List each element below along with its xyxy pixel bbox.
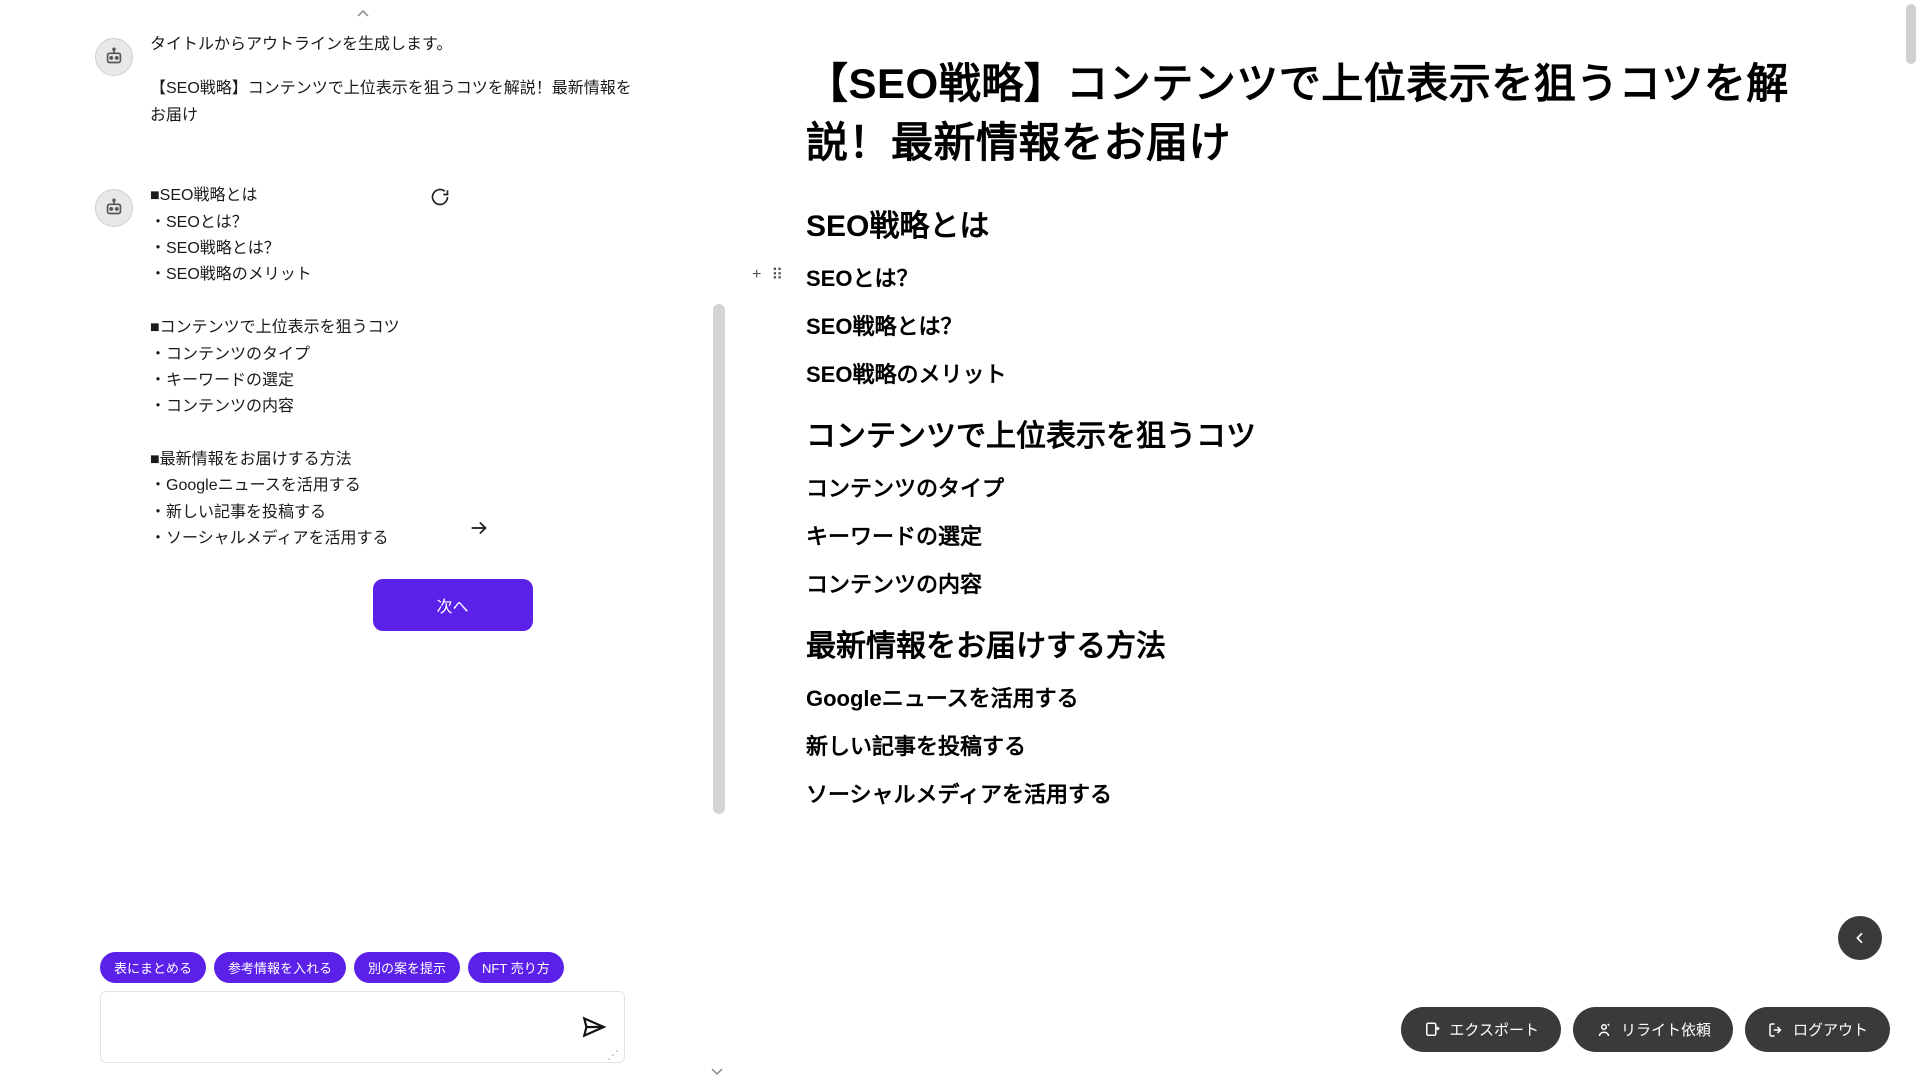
collapse-panel-button[interactable] (1838, 916, 1882, 960)
rewrite-icon (1595, 1021, 1613, 1039)
message-body: タイトルからアウトラインを生成します。 【SEO戦略】コンテンツで上位表示を狙う… (150, 32, 640, 129)
document-title: 【SEO戦略】コンテンツで上位表示を狙うコツを解説！最新情報をお届け (806, 55, 1840, 173)
doc-heading-3[interactable]: 新しい記事を投稿する (806, 729, 1840, 761)
block-controls: + ⠿ (752, 265, 781, 285)
rewrite-button[interactable]: リライト依頼 (1573, 1007, 1733, 1052)
chip-nft[interactable]: NFT 売り方 (468, 952, 564, 983)
message-intro: タイトルからアウトラインを生成します。 (150, 32, 640, 58)
forward-arrow-icon[interactable] (468, 517, 490, 548)
scroll-up-indicator[interactable] (0, 10, 725, 24)
message-body: ■SEO戦略とは ・SEOとは？ ・SEO戦略とは？ ・SEO戦略のメリット ■… (150, 183, 400, 552)
drag-handle-icon[interactable]: ⠿ (771, 265, 781, 285)
bot-avatar-icon (95, 38, 133, 76)
doc-heading-3[interactable]: SEO戦略のメリット (806, 357, 1840, 389)
refresh-icon[interactable] (430, 187, 450, 216)
export-icon (1423, 1021, 1441, 1039)
send-button[interactable] (581, 1014, 607, 1043)
add-block-icon[interactable]: + (752, 266, 761, 284)
doc-heading-2[interactable]: コンテンツで上位表示を狙うコツ (806, 411, 1840, 455)
doc-heading-3[interactable]: キーワードの選定 (806, 519, 1840, 551)
doc-heading-3[interactable]: ソーシャルメディアを活用する (806, 777, 1840, 809)
message-title-line: 【SEO戦略】コンテンツで上位表示を狙うコツを解説！最新情報をお届け (150, 76, 640, 129)
bot-avatar-icon (95, 189, 133, 227)
chat-scrollbar[interactable] (713, 304, 725, 814)
export-label: エクスポート (1449, 1019, 1539, 1040)
chip-alternative[interactable]: 別の案を提示 (354, 952, 460, 983)
doc-heading-3[interactable]: Googleニュースを活用する (806, 681, 1840, 713)
doc-heading-3[interactable]: SEO戦略とは？ (806, 309, 1840, 341)
chevron-left-icon (1852, 930, 1868, 946)
suggestion-chips: 表にまとめる 参考情報を入れる 別の案を提示 NFT 売り方 (0, 952, 725, 991)
outline-text: ■SEO戦略とは ・SEOとは？ ・SEO戦略とは？ ・SEO戦略のメリット ■… (150, 183, 400, 552)
chat-panel: タイトルからアウトラインを生成します。 【SEO戦略】コンテンツで上位表示を狙う… (0, 0, 725, 1080)
chip-summarize-table[interactable]: 表にまとめる (100, 952, 206, 983)
scroll-down-indicator[interactable] (711, 1062, 723, 1078)
chip-add-references[interactable]: 参考情報を入れる (214, 952, 346, 983)
doc-heading-2[interactable]: 最新情報をお届けする方法 (806, 621, 1840, 665)
doc-heading-3[interactable]: SEOとは？ (806, 261, 1840, 293)
chat-message: タイトルからアウトラインを生成します。 【SEO戦略】コンテンツで上位表示を狙う… (0, 24, 725, 137)
app-root: タイトルからアウトラインを生成します。 【SEO戦略】コンテンツで上位表示を狙う… (0, 0, 1920, 1080)
next-button-wrap: 次へ (0, 579, 725, 631)
rewrite-label: リライト依頼 (1621, 1019, 1711, 1040)
doc-heading-3[interactable]: コンテンツの内容 (806, 567, 1840, 599)
chat-message: ■SEO戦略とは ・SEOとは？ ・SEO戦略とは？ ・SEO戦略のメリット ■… (0, 175, 725, 560)
logout-button[interactable]: ログアウト (1745, 1007, 1890, 1052)
bottom-actions: エクスポート リライト依頼 ログアウト (1401, 1007, 1890, 1052)
doc-scrollbar[interactable] (1906, 4, 1916, 64)
doc-heading-2[interactable]: SEO戦略とは (806, 201, 1840, 245)
chat-scroll-area[interactable]: タイトルからアウトラインを生成します。 【SEO戦略】コンテンツで上位表示を狙う… (0, 24, 725, 952)
chat-input-row: ⋰ (100, 991, 625, 1068)
logout-label: ログアウト (1793, 1019, 1868, 1040)
doc-h3-row[interactable]: + ⠿ SEOとは？ (806, 261, 1840, 293)
doc-heading-3[interactable]: コンテンツのタイプ (806, 471, 1840, 503)
document-panel[interactable]: 【SEO戦略】コンテンツで上位表示を狙うコツを解説！最新情報をお届け SEO戦略… (726, 0, 1920, 1080)
chat-input[interactable] (100, 991, 625, 1063)
send-icon (581, 1014, 607, 1040)
logout-icon (1767, 1021, 1785, 1039)
next-button[interactable]: 次へ (373, 579, 533, 631)
export-button[interactable]: エクスポート (1401, 1007, 1561, 1052)
